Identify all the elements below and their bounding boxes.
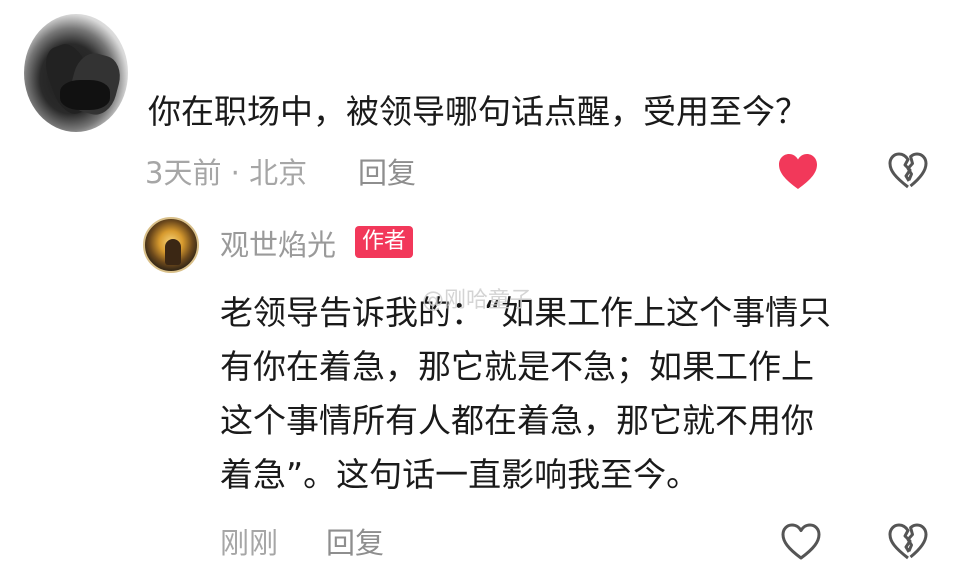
author-badge: 作者	[355, 226, 414, 258]
author-avatar[interactable]	[143, 217, 199, 273]
reply-line: 着急”。这句话一直影响我至今。	[220, 455, 700, 494]
author-name[interactable]: 观世焰光	[220, 222, 336, 264]
reply-line: 老领导告诉我的：“如果工作上这个事情只	[220, 293, 832, 332]
broken-heart-icon[interactable]	[888, 523, 928, 561]
watermark: @刚哈童子	[422, 288, 533, 313]
comment-text: 你在职场中，被领导哪句话点醒，受用至今？	[148, 92, 808, 131]
reply-time: 刚刚	[220, 526, 279, 560]
broken-heart-icon[interactable]	[888, 152, 928, 190]
reply-line: 有你在着急，那它就是不急；如果工作上	[220, 347, 814, 386]
heart-outline-icon[interactable]	[781, 523, 821, 561]
comment-time-location: 3天前 · 北京	[145, 156, 308, 190]
commenter-avatar[interactable]	[24, 14, 128, 132]
reply-line: 这个事情所有人都在着急，那它就不用你	[220, 401, 814, 440]
reply-button[interactable]: 回复	[326, 520, 384, 562]
reply-button[interactable]: 回复	[358, 150, 416, 192]
heart-filled-icon[interactable]	[778, 153, 818, 191]
reply-text: 老领导告诉我的：“如果工作上这个事情只 有你在着急，那它就是不急；如果工作上 这…	[220, 286, 920, 502]
